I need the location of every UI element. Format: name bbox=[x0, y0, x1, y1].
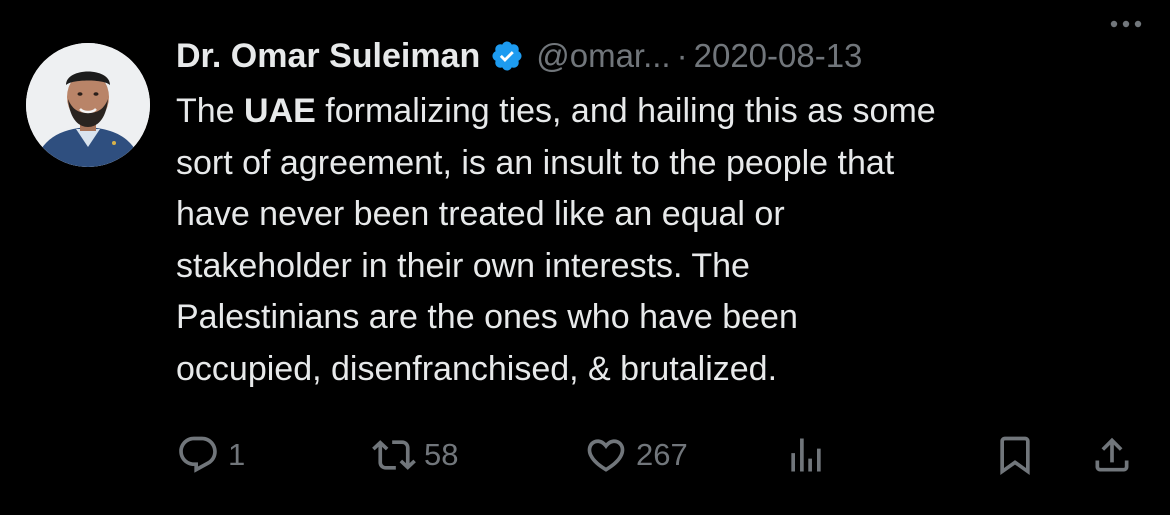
analytics-icon bbox=[784, 433, 828, 477]
tweet-text-line: have never been treated like an equal or bbox=[176, 195, 785, 233]
like-button[interactable]: 267 bbox=[584, 427, 688, 483]
reply-icon bbox=[176, 433, 220, 477]
avatar[interactable] bbox=[26, 43, 150, 167]
text-segment: formalizing ties, and hailing this as so… bbox=[315, 92, 936, 130]
tweet-text-line: occupied, disenfranchised, & brutalized. bbox=[176, 349, 778, 388]
profile-photo bbox=[26, 43, 150, 167]
separator: · bbox=[676, 37, 688, 74]
bookmark-icon bbox=[993, 433, 1037, 477]
author-handle[interactable]: @omar... bbox=[536, 37, 670, 75]
tweet-text-line: The UAE formalizing ties, and hailing th… bbox=[176, 86, 1151, 138]
author-name[interactable]: Dr. Omar Suleiman bbox=[176, 37, 480, 76]
share-icon bbox=[1090, 433, 1134, 477]
tweet-text-line: Palestinians are the ones who have been bbox=[176, 298, 798, 336]
more-horizontal-icon[interactable] bbox=[1106, 14, 1146, 34]
tweet-text-line: stakeholder in their own interests. The bbox=[176, 246, 750, 285]
tweet-date[interactable]: 2020-08-13 bbox=[694, 37, 863, 75]
tweet-header: Dr. Omar Suleiman @omar... · 2020-08-13 bbox=[176, 30, 1151, 82]
reply-count: 1 bbox=[228, 437, 246, 472]
like-count: 267 bbox=[636, 437, 688, 472]
text-segment: The bbox=[176, 92, 245, 130]
bold-text: UAE bbox=[244, 92, 316, 130]
repost-button[interactable]: 58 bbox=[372, 427, 458, 483]
reply-button[interactable]: 1 bbox=[176, 427, 245, 483]
tweet-text-line: sort of agreement, is an insult to the p… bbox=[176, 143, 895, 182]
share-button[interactable] bbox=[1090, 427, 1134, 483]
repost-count: 58 bbox=[424, 437, 459, 472]
views-button[interactable] bbox=[784, 427, 828, 483]
repost-icon bbox=[372, 433, 416, 477]
tweet-actions: 1 58 267 bbox=[0, 427, 1170, 483]
bookmark-button[interactable] bbox=[993, 427, 1037, 483]
heart-icon bbox=[584, 433, 628, 477]
verified-badge-icon bbox=[490, 39, 524, 73]
tweet-text: The UAE formalizing ties, and hailing th… bbox=[176, 86, 1151, 395]
tweet-content: Dr. Omar Suleiman @omar... · 2020-08-13 … bbox=[176, 30, 1151, 395]
tweet: Dr. Omar Suleiman @omar... · 2020-08-13 … bbox=[0, 0, 1170, 515]
